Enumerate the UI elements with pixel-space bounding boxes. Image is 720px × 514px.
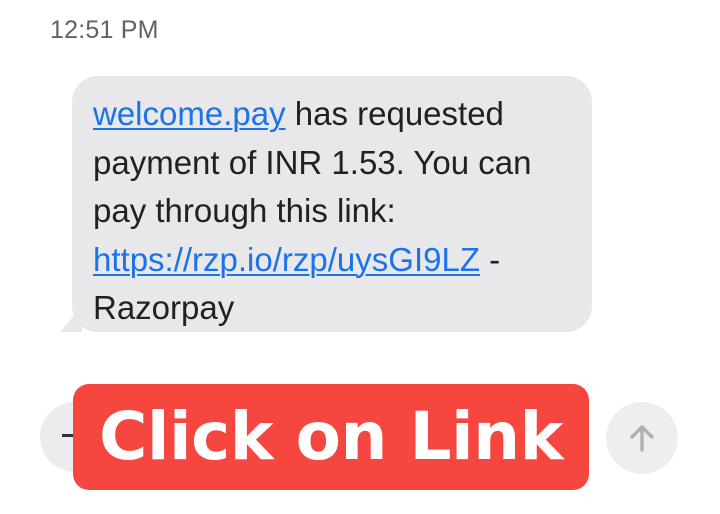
message-timestamp: 12:51 PM — [50, 16, 159, 44]
send-button[interactable] — [606, 402, 678, 474]
click-on-link-banner: Click on Link — [73, 384, 589, 490]
sender-link[interactable]: welcome.pay — [93, 95, 286, 132]
arrow-up-icon — [630, 425, 654, 452]
incoming-message-bubble[interactable]: welcome.pay has requested payment of INR… — [72, 76, 592, 332]
message-text: welcome.pay has requested payment of INR… — [93, 90, 568, 333]
payment-link[interactable]: https://rzp.io/rzp/uysGI9LZ — [93, 241, 480, 278]
